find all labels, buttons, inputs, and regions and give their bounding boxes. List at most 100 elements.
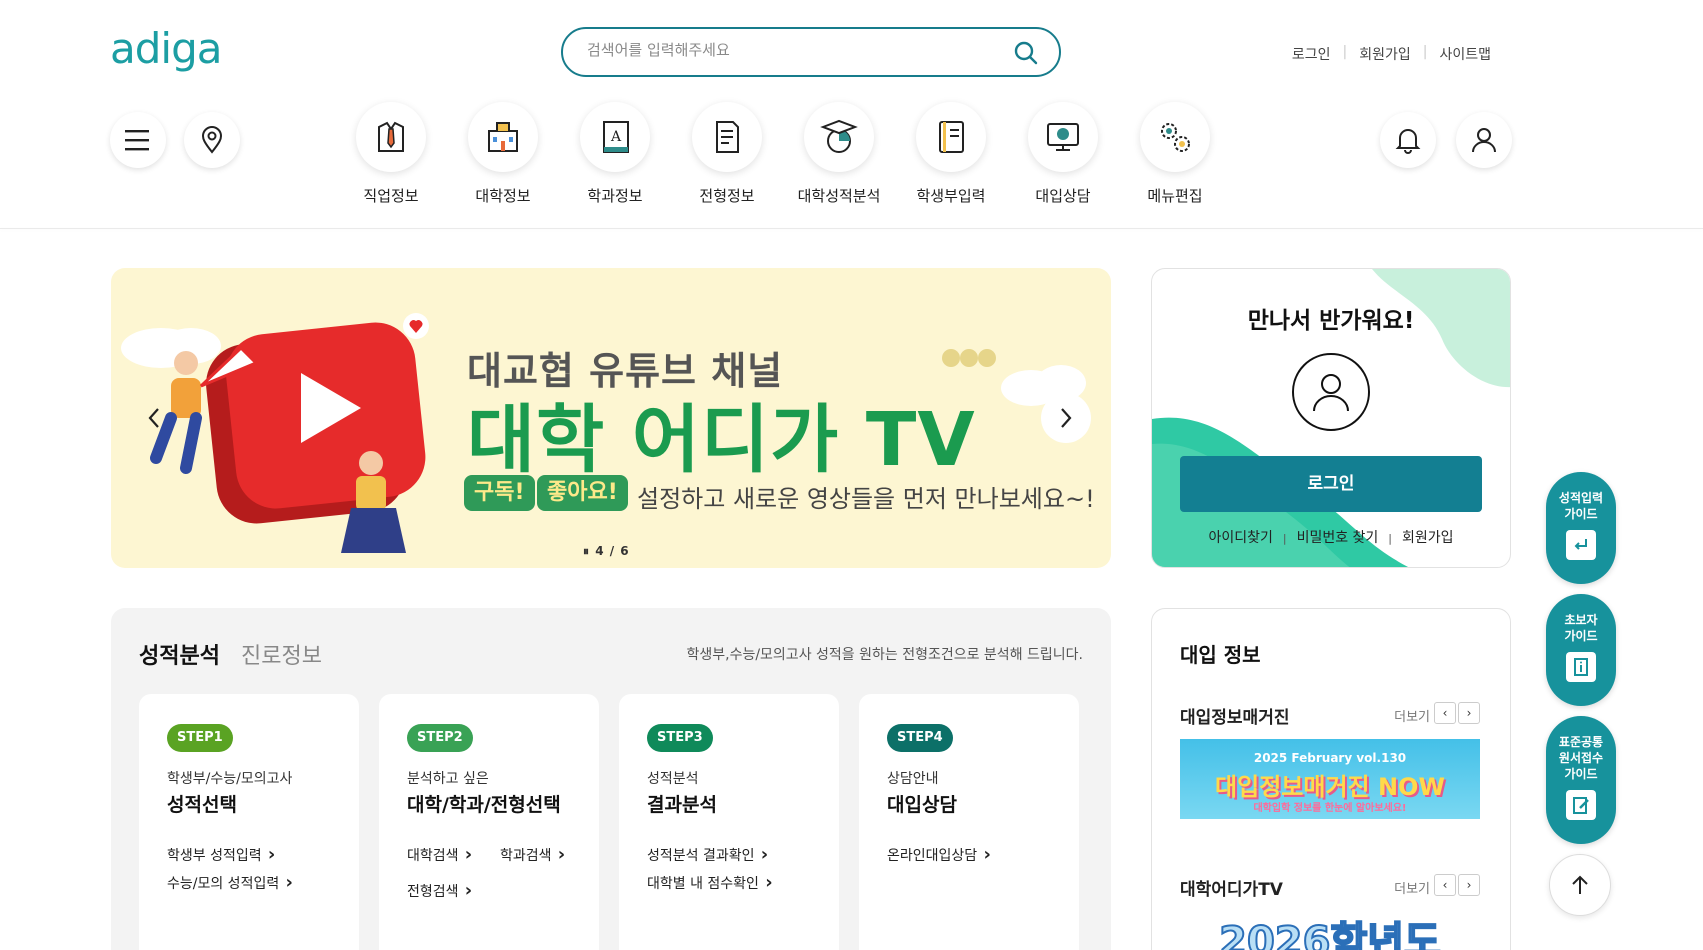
gears-icon xyxy=(1140,102,1210,172)
login-link[interactable]: 로그인 xyxy=(1280,44,1343,64)
banner-big-title: 대학 어디가 TV xyxy=(467,397,976,483)
banner-desc: 설정하고 새로운 영상들을 먼저 만나보세요~! xyxy=(637,485,1095,513)
tv-more-link[interactable]: 더보기 xyxy=(1394,878,1430,897)
tab-career-info[interactable]: 진로정보 xyxy=(241,638,322,670)
step-badge: STEP1 xyxy=(167,724,233,752)
step-link[interactable]: 학과검색 xyxy=(500,844,565,865)
common-application-guide-button[interactable]: 표준공통 원서접수 가이드 xyxy=(1546,716,1616,844)
step-link[interactable]: 전형검색 xyxy=(407,880,472,901)
nav-label: 학생부입력 xyxy=(916,187,986,205)
step-card-4[interactable]: STEP4 상담안내 대입상담 온라인대입상담 xyxy=(859,694,1079,950)
beginner-guide-button[interactable]: 초보자 가이드 xyxy=(1546,594,1616,706)
nav-label: 직업정보 xyxy=(363,187,419,205)
monitor-chat-icon xyxy=(1028,102,1098,172)
divider: | xyxy=(1388,532,1393,545)
step-link[interactable]: 대학별 내 점수확인 xyxy=(647,872,773,893)
main-banner[interactable]: 대교협 유튜브 채널 대학 어디가 TV 구독! 좋아요! 설정하고 새로운 영… xyxy=(111,268,1111,568)
tab-score-analysis[interactable]: 성적분석 xyxy=(139,638,220,670)
scroll-top-button[interactable] xyxy=(1549,854,1611,916)
bell-icon xyxy=(1395,129,1421,154)
banner-pager[interactable]: ⏸ 4 / 6 xyxy=(583,544,630,559)
find-id-link[interactable]: 아이디찾기 xyxy=(1208,530,1272,546)
magazine-next-button[interactable]: › xyxy=(1458,702,1480,724)
login-greeting: 만나서 반가워요! xyxy=(1247,308,1415,334)
site-logo[interactable]: adiga xyxy=(110,24,222,73)
nav-item-menu-edit[interactable]: 메뉴편집 xyxy=(1135,102,1215,206)
step-card-3[interactable]: STEP3 성적분석 결과분석 성적분석 결과확인 대학별 내 점수확인 xyxy=(619,694,839,950)
nav-item-admission-type[interactable]: 전형정보 xyxy=(687,102,767,206)
nav-item-counseling[interactable]: 대입상담 xyxy=(1023,102,1103,206)
nav-label: 대학성적분석 xyxy=(797,187,881,205)
step-main: 대학/학과/전형선택 xyxy=(407,794,561,816)
user-button[interactable] xyxy=(1456,112,1512,168)
login-links: 아이디찾기 | 비밀번호 찾기 | 회원가입 xyxy=(1152,527,1510,547)
magazine-prev-button[interactable]: ‹ xyxy=(1434,702,1456,724)
step-link[interactable]: 성적분석 결과확인 xyxy=(647,844,768,865)
search-icon[interactable] xyxy=(1013,40,1039,66)
tv-next-button[interactable]: › xyxy=(1458,874,1480,896)
nav-item-job[interactable]: 직업정보 xyxy=(351,102,431,206)
hamburger-icon xyxy=(125,130,149,151)
side-button-label: 성적입력 가이드 xyxy=(1558,491,1604,521)
admission-info-card: 대입 정보 대입정보매거진 더보기 ‹ › 2025 February vol.… xyxy=(1151,608,1511,950)
step-link[interactable]: 대학검색 xyxy=(407,844,472,865)
banner-next-button[interactable] xyxy=(1041,393,1091,443)
login-button[interactable]: 로그인 xyxy=(1180,456,1482,512)
score-analysis-panel: 성적분석 진로정보 학생부,수능/모의고사 성적을 원하는 전형조건으로 분석해… xyxy=(111,608,1111,950)
document-icon xyxy=(692,102,762,172)
step-card-2[interactable]: STEP2 분석하고 싶은 대학/학과/전형선택 대학검색 학과검색 전형검색 xyxy=(379,694,599,950)
banner-prev-button[interactable] xyxy=(129,393,179,443)
side-button-label: 초보자 가이드 xyxy=(1564,613,1598,643)
signup-link[interactable]: 회원가입 xyxy=(1347,44,1423,64)
score-panel-desc: 학생부,수능/모의고사 성적을 원하는 전형조건으로 분석해 드립니다. xyxy=(686,647,1083,663)
nav-item-score-analysis[interactable]: 대학성적분석 xyxy=(798,102,880,206)
step-badge: STEP2 xyxy=(407,724,473,752)
banner-page-number: 4 / 6 xyxy=(595,544,630,558)
chevron-left-icon xyxy=(148,408,159,428)
map-pin-icon xyxy=(201,126,223,154)
nav-item-university[interactable]: 대학정보 xyxy=(463,102,543,206)
nav-item-department[interactable]: A 학과정보 xyxy=(575,102,655,206)
notebook-icon xyxy=(916,102,986,172)
divider: | xyxy=(1282,532,1287,545)
tv-thumbnail[interactable]: 2026학년도 xyxy=(1180,909,1480,950)
nav-label: 대입상담 xyxy=(1035,187,1091,205)
step-badge: STEP3 xyxy=(647,724,713,752)
pause-icon[interactable]: ⏸ xyxy=(583,544,590,558)
search-input[interactable] xyxy=(587,41,987,59)
menu-button[interactable] xyxy=(110,112,166,168)
admission-info-title: 대입 정보 xyxy=(1180,643,1261,667)
banner-tag-subscribe: 구독! xyxy=(464,475,535,511)
magazine-more-link[interactable]: 더보기 xyxy=(1394,706,1430,725)
arrow-up-icon xyxy=(1572,875,1588,894)
tv-prev-button[interactable]: ‹ xyxy=(1434,874,1456,896)
step-link[interactable]: 학생부 성적입력 xyxy=(167,844,275,865)
notification-button[interactable] xyxy=(1380,112,1436,168)
step-sub: 학생부/수능/모의고사 xyxy=(167,771,293,787)
step-main: 대입상담 xyxy=(887,794,957,816)
magazine-tagline: 대학입학 정보를 한눈에 알아보세요! xyxy=(1253,803,1407,814)
find-password-link[interactable]: 비밀번호 찾기 xyxy=(1297,530,1379,546)
magazine-headline: 대입정보매거진 NOW xyxy=(1215,773,1445,801)
step-card-1[interactable]: STEP1 학생부/수능/모의고사 성적선택 학생부 성적입력 수능/모의 성적… xyxy=(139,694,359,950)
step-sub: 성적분석 xyxy=(647,771,699,787)
nav-label: 전형정보 xyxy=(699,187,755,205)
sitemap-link[interactable]: 사이트맵 xyxy=(1427,44,1503,64)
step-link[interactable]: 수능/모의 성적입력 xyxy=(167,872,293,893)
score-input-guide-button[interactable]: 성적입력 가이드 xyxy=(1546,472,1616,584)
step-badge: STEP4 xyxy=(887,724,953,752)
signup-link[interactable]: 회원가입 xyxy=(1402,530,1454,546)
university-building-icon xyxy=(468,102,538,172)
location-button[interactable] xyxy=(184,112,240,168)
user-icon xyxy=(1472,128,1496,153)
magazine-issue: 2025 February vol.130 xyxy=(1253,751,1407,765)
necktie-shirt-icon xyxy=(356,102,426,172)
search-box[interactable] xyxy=(561,27,1061,77)
top-links: 로그인 | 회원가입 | 사이트맵 xyxy=(1280,44,1503,64)
magazine-thumbnail[interactable]: 2025 February vol.130 대입정보매거진 NOW 대학입학 정… xyxy=(1180,739,1480,819)
step-main: 성적선택 xyxy=(167,794,237,816)
step-link[interactable]: 온라인대입상담 xyxy=(887,844,991,865)
banner-tag-like: 좋아요! xyxy=(537,475,628,511)
pencil-note-icon xyxy=(1566,790,1596,820)
nav-item-student-record[interactable]: 학생부입력 xyxy=(911,102,991,206)
